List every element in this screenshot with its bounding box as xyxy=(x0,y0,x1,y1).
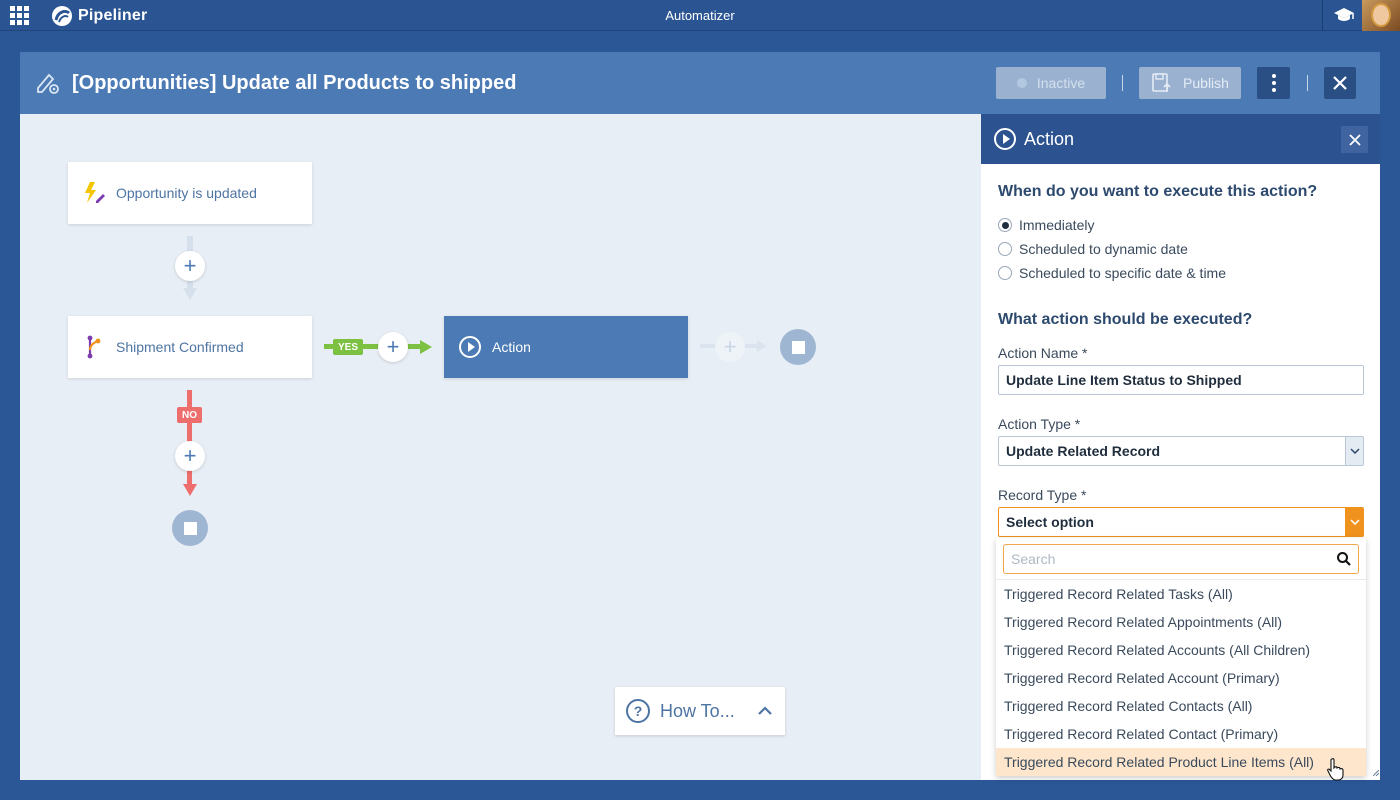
action-node[interactable]: Action xyxy=(444,316,688,378)
dropdown-option-hovered[interactable]: Triggered Record Related Product Line It… xyxy=(996,748,1366,776)
dropdown-search[interactable] xyxy=(1003,544,1359,574)
right-arrow-icon xyxy=(420,340,432,354)
dropdown-option[interactable]: Triggered Record Related Account (Primar… xyxy=(996,664,1366,692)
add-step-button[interactable]: + xyxy=(378,332,408,362)
header-separator xyxy=(1307,75,1308,91)
chevron-up-icon xyxy=(757,706,772,715)
publish-label: Publish xyxy=(1183,75,1229,91)
more-options-button[interactable] xyxy=(1257,67,1290,99)
resize-handle-icon[interactable] xyxy=(1373,770,1379,776)
lightning-edit-icon xyxy=(85,182,105,203)
header-separator xyxy=(1122,75,1123,91)
dropdown-option[interactable]: Triggered Record Related Tasks (All) xyxy=(996,580,1366,608)
condition-label: Shipment Confirmed xyxy=(116,339,244,355)
down-arrow-icon xyxy=(183,484,197,496)
how-to-label: How To... xyxy=(660,700,735,721)
inactive-toggle-button[interactable]: Inactive xyxy=(996,67,1106,99)
play-circle-icon xyxy=(994,128,1016,150)
top-bar: Pipeliner Automatizer xyxy=(0,0,1400,31)
add-step-button-disabled: + xyxy=(715,332,745,362)
action-type-label: Action Type * xyxy=(998,416,1081,432)
radio-label: Immediately xyxy=(1019,217,1095,233)
record-type-select[interactable]: Select option xyxy=(998,507,1364,537)
chevron-down-icon[interactable] xyxy=(1345,508,1363,536)
dropdown-option[interactable]: Triggered Record Related Appointments (A… xyxy=(996,608,1366,636)
radio-specific-date[interactable]: Scheduled to specific date & time xyxy=(998,265,1226,281)
no-tag: NO xyxy=(177,407,202,423)
page-title: [Opportunities] Update all Products to s… xyxy=(72,72,517,94)
radio-button[interactable] xyxy=(998,242,1012,256)
action-type-select[interactable]: Update Related Record xyxy=(998,436,1364,466)
end-node-icon xyxy=(780,329,816,365)
panel-header: Action xyxy=(981,114,1380,164)
graduation-cap-icon[interactable] xyxy=(1333,6,1355,24)
status-dot-icon xyxy=(1016,78,1027,88)
end-node-icon xyxy=(172,510,208,546)
publish-icon xyxy=(1152,73,1171,92)
help-icon: ? xyxy=(626,699,650,723)
app-title: Automatizer xyxy=(665,8,735,23)
record-type-dropdown: Triggered Record Related Tasks (All) Tri… xyxy=(996,538,1366,776)
dropdown-option[interactable]: Triggered Record Related Contact (Primar… xyxy=(996,720,1366,748)
add-step-button[interactable]: + xyxy=(175,251,205,281)
user-avatar[interactable] xyxy=(1362,0,1400,31)
down-arrow-icon xyxy=(183,288,197,300)
action-name-label: Action Name * xyxy=(998,345,1088,361)
radio-label: Scheduled to specific date & time xyxy=(1019,265,1227,281)
trigger-label: Opportunity is updated xyxy=(116,185,257,201)
publish-button[interactable]: Publish xyxy=(1139,67,1241,99)
radio-dynamic-date[interactable]: Scheduled to dynamic date xyxy=(998,241,1188,257)
search-icon[interactable] xyxy=(1336,551,1352,567)
topbar-divider xyxy=(1322,0,1323,31)
action-label: Action xyxy=(492,339,531,355)
right-arrow-icon xyxy=(757,340,767,352)
close-editor-button[interactable] xyxy=(1324,67,1356,99)
radio-button[interactable] xyxy=(998,266,1012,280)
hand-cursor-icon xyxy=(1327,758,1344,781)
record-type-value: Select option xyxy=(1006,514,1094,530)
close-icon xyxy=(1333,76,1347,90)
how-to-button[interactable]: ? How To... xyxy=(615,687,785,735)
edit-settings-icon xyxy=(37,73,59,94)
radio-label: Scheduled to dynamic date xyxy=(1019,241,1188,257)
search-input[interactable] xyxy=(1004,545,1324,573)
condition-node[interactable]: Shipment Confirmed xyxy=(68,316,312,378)
action-name-input[interactable]: Update Line Item Status to Shipped xyxy=(998,365,1364,395)
play-circle-icon xyxy=(459,336,481,358)
yes-tag: YES xyxy=(333,339,364,355)
close-panel-button[interactable] xyxy=(1341,126,1368,153)
add-step-button[interactable]: + xyxy=(175,441,205,471)
radio-immediately[interactable]: Immediately xyxy=(998,217,1094,233)
dropdown-option[interactable]: Triggered Record Related Accounts (All C… xyxy=(996,636,1366,664)
close-icon xyxy=(1348,133,1361,146)
inactive-label: Inactive xyxy=(1036,75,1086,91)
what-question: What action should be executed? xyxy=(998,311,1253,328)
dropdown-option[interactable]: Triggered Record Related Contacts (All) xyxy=(996,692,1366,720)
chevron-down-icon[interactable] xyxy=(1345,437,1363,465)
when-question: When do you want to execute this action? xyxy=(998,183,1318,200)
panel-title: Action xyxy=(1024,129,1075,149)
branch-icon xyxy=(87,335,101,359)
action-type-value: Update Related Record xyxy=(1006,443,1161,459)
no-connector-line xyxy=(187,390,192,490)
editor-header: [Opportunities] Update all Products to s… xyxy=(20,52,1380,114)
record-type-label: Record Type * xyxy=(998,487,1087,503)
radio-button[interactable] xyxy=(998,218,1012,232)
trigger-node[interactable]: Opportunity is updated xyxy=(68,162,312,224)
